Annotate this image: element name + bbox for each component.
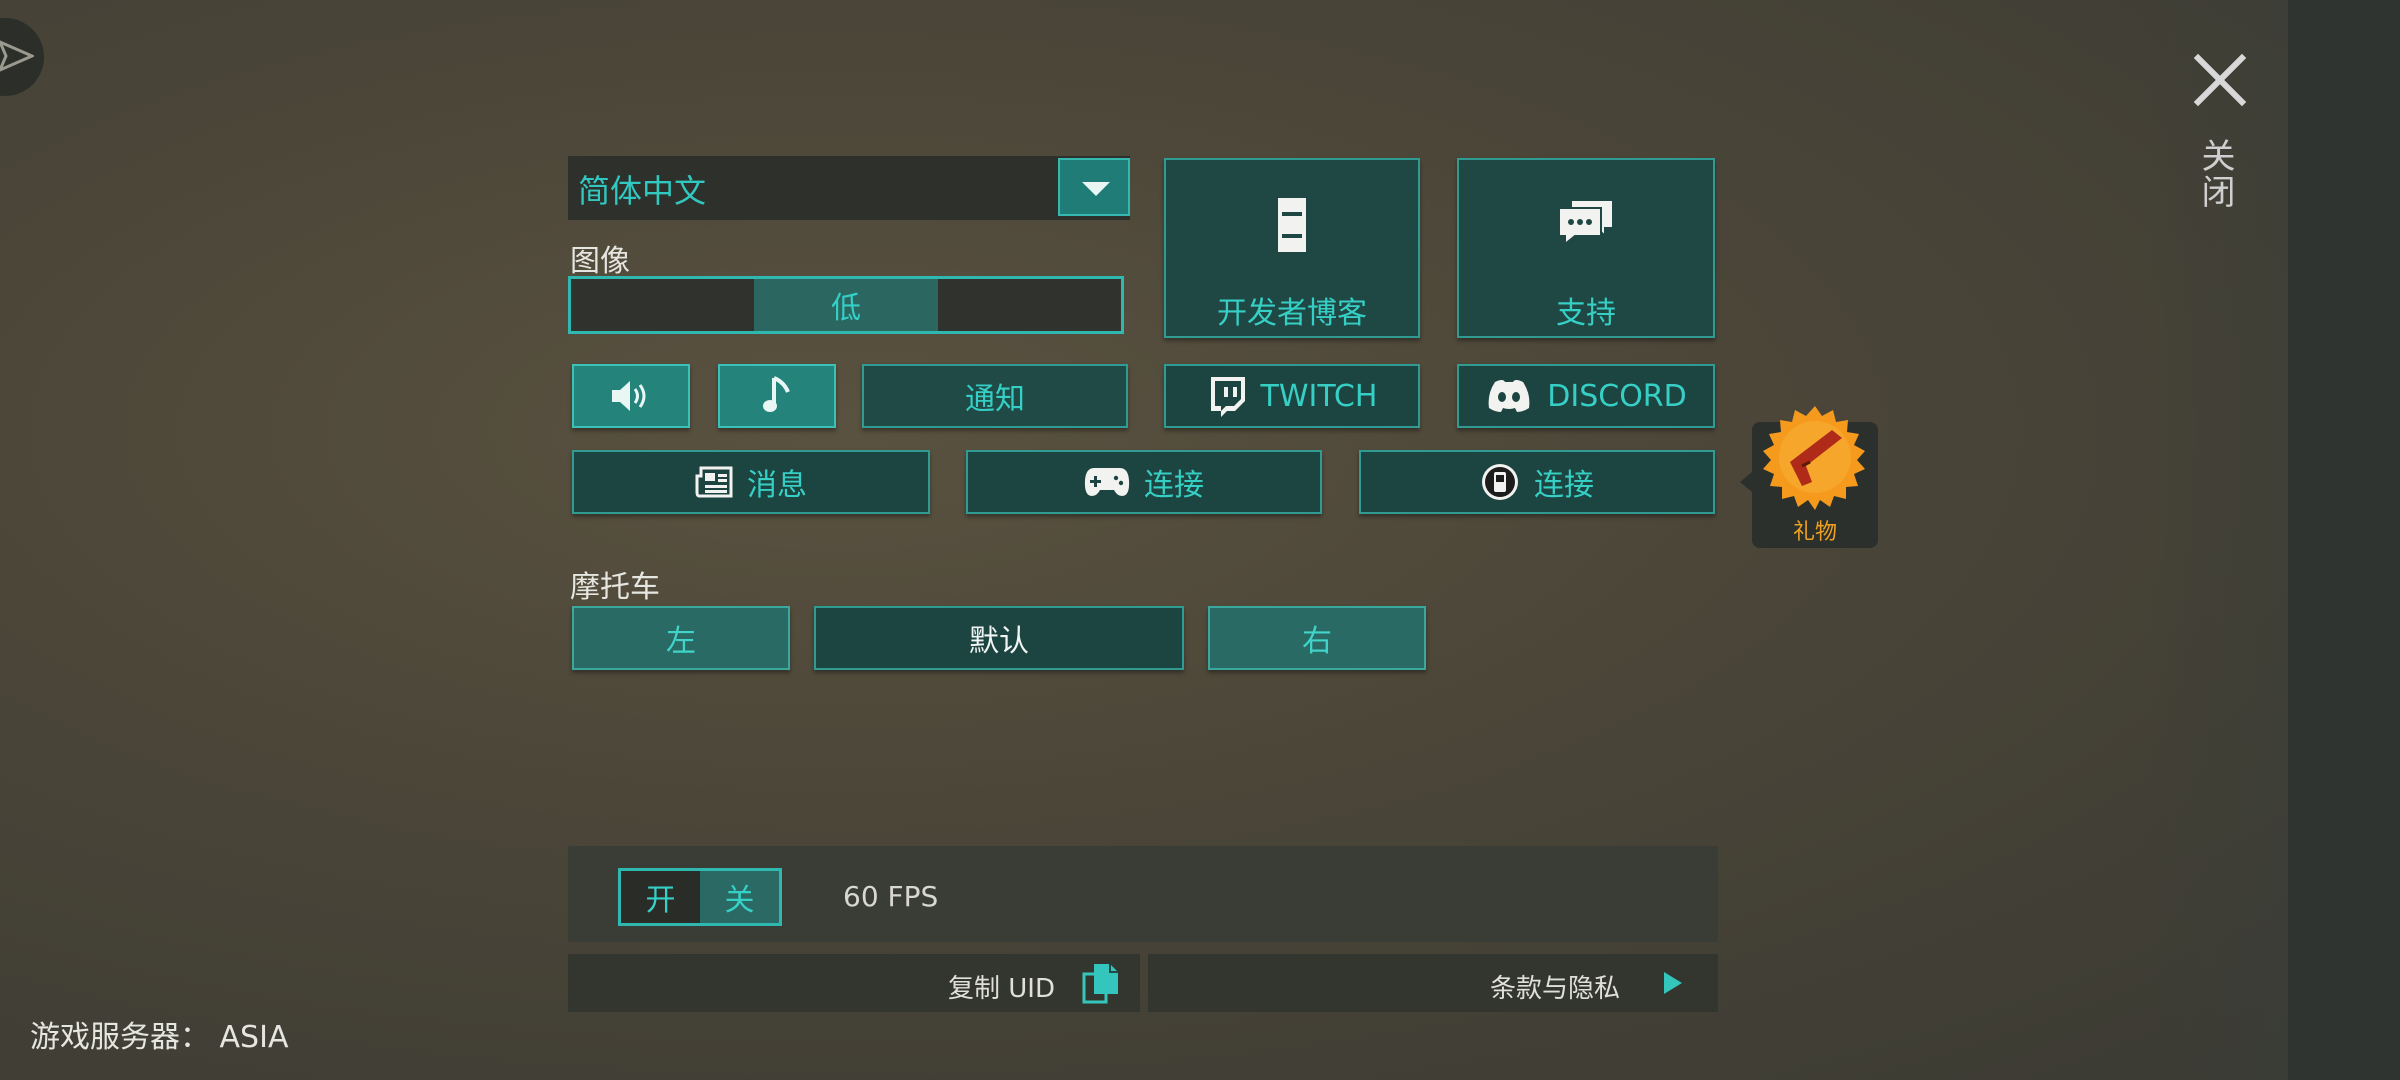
motorcycle-left-label: 左 <box>666 624 696 659</box>
discord-button[interactable]: DISCORD <box>1457 364 1715 428</box>
pistol-badge-icon <box>1763 406 1865 510</box>
terms-privacy-label: 条款与隐私 <box>1490 974 1621 1004</box>
device-icon <box>1482 464 1518 500</box>
share-button[interactable] <box>0 18 44 96</box>
motorcycle-label: 摩托车 <box>570 570 660 605</box>
motorcycle-left-button[interactable]: 左 <box>572 606 790 670</box>
chat-bubbles-icon <box>1558 199 1614 247</box>
fps-panel: 开 关 60 FPS <box>568 846 1718 942</box>
music-toggle-button[interactable] <box>718 364 836 428</box>
fps-off-option[interactable]: 关 <box>700 871 779 923</box>
gamepad-icon <box>1084 468 1130 496</box>
copy-uid-button[interactable]: 复制 UID <box>568 954 1140 1012</box>
notification-button[interactable]: 通知 <box>862 364 1128 428</box>
motorcycle-default-button[interactable]: 默认 <box>814 606 1184 670</box>
connect-gamepad-label: 连接 <box>1144 468 1204 503</box>
connect-gamepad-button[interactable]: 连接 <box>966 450 1322 514</box>
twitch-label: TWITCH <box>1260 378 1378 414</box>
twitch-button[interactable]: TWITCH <box>1164 364 1420 428</box>
game-server-label: 游戏服务器： ASIA <box>30 1020 289 1055</box>
music-note-icon <box>763 376 790 412</box>
phone-icon <box>1278 198 1306 252</box>
right-edge-panel <box>2288 0 2400 1080</box>
discord-label: DISCORD <box>1547 378 1687 414</box>
motorcycle-right-button[interactable]: 右 <box>1208 606 1426 670</box>
graphics-label: 图像 <box>570 244 630 279</box>
notification-label: 通知 <box>965 382 1025 417</box>
graphics-option-low[interactable]: 低 <box>754 279 938 331</box>
close-icon <box>2193 53 2247 107</box>
motorcycle-default-label: 默认 <box>969 624 1029 659</box>
fps-toggle[interactable]: 开 关 <box>618 868 782 926</box>
language-select[interactable]: 简体中文 <box>568 156 1130 220</box>
news-label: 消息 <box>747 468 807 503</box>
connect-device-label: 连接 <box>1534 468 1594 503</box>
graphics-option-1[interactable] <box>571 279 754 331</box>
fps-value: 60 FPS <box>843 880 939 913</box>
copy-icon <box>1082 964 1118 1004</box>
connect-device-button[interactable]: 连接 <box>1359 450 1715 514</box>
paper-plane-icon <box>0 40 34 72</box>
close-label[interactable]: 关闭 <box>2195 138 2240 210</box>
twitch-icon <box>1210 377 1245 417</box>
fps-on-option[interactable]: 开 <box>621 871 700 923</box>
play-arrow-icon <box>1664 972 1682 994</box>
newspaper-icon <box>695 466 733 498</box>
news-button[interactable]: 消息 <box>572 450 930 514</box>
sound-toggle-button[interactable] <box>572 364 690 428</box>
speaker-icon <box>612 381 646 411</box>
dev-blog-label: 开发者博客 <box>1217 296 1367 331</box>
motorcycle-right-label: 右 <box>1302 624 1332 659</box>
language-value: 简体中文 <box>578 172 707 210</box>
support-label: 支持 <box>1556 296 1616 331</box>
dev-blog-button[interactable]: 开发者博客 <box>1164 158 1420 338</box>
gift-button[interactable]: 礼物 <box>1740 406 1878 548</box>
graphics-option-3[interactable] <box>938 279 1121 331</box>
copy-uid-label: 复制 UID <box>948 974 1055 1004</box>
support-button[interactable]: 支持 <box>1457 158 1715 338</box>
terms-privacy-button[interactable]: 条款与隐私 <box>1148 954 1718 1012</box>
discord-icon <box>1488 380 1530 412</box>
chevron-down-icon[interactable] <box>1058 158 1130 216</box>
gift-label: 礼物 <box>1792 520 1837 545</box>
graphics-quality-selector[interactable]: 低 <box>568 276 1124 334</box>
close-button[interactable] <box>2190 50 2250 110</box>
